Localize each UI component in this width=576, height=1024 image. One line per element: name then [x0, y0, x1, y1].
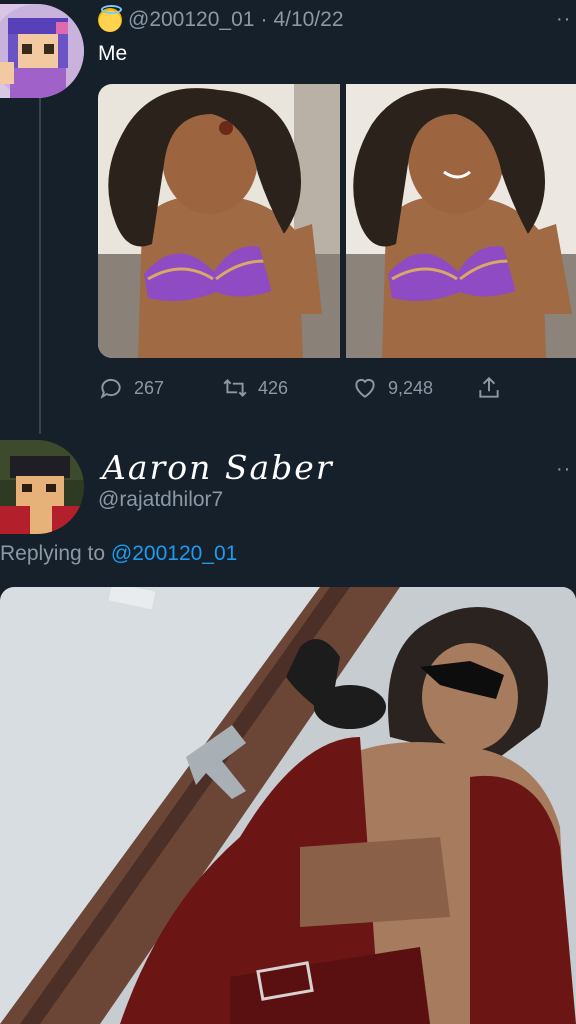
share-action[interactable]: [476, 375, 502, 401]
reply-handle[interactable]: @rajatdhilor7: [98, 488, 223, 512]
reply-count: 267: [134, 377, 165, 398]
smiling-face-with-halo-icon: [98, 5, 122, 32]
heart-icon: [355, 378, 375, 398]
drawn-character-image-right: [346, 84, 576, 358]
replying-to-link[interactable]: @200120_01: [111, 542, 237, 565]
retweet-icon: [223, 379, 247, 397]
drawn-character-photo-composite: [0, 587, 576, 1024]
reply-more-dots-icon[interactable]: ··: [556, 458, 571, 481]
reply-icon: [100, 378, 121, 399]
tweet-meta: @200120_01 · 4/10/22: [98, 5, 344, 34]
reply-avatar[interactable]: [0, 440, 84, 534]
drawn-character-image-left: [98, 84, 340, 358]
reply-action[interactable]: 267: [98, 375, 222, 401]
user-avatar[interactable]: [0, 4, 84, 98]
reply-display-name[interactable]: Aaron Saber: [102, 448, 334, 487]
reply-image[interactable]: [0, 587, 576, 1024]
replying-prefix: Replying to: [0, 542, 106, 565]
minecraft-avatar-icon: [0, 440, 84, 534]
tweet-image-left[interactable]: [98, 84, 340, 358]
tweet-text: Me: [98, 42, 128, 65]
tweet-date[interactable]: 4/10/22: [273, 8, 343, 32]
minecraft-avatar-icon: [0, 4, 84, 98]
tweet-actions: 267 426 9,248: [98, 372, 508, 404]
share-icon: [479, 376, 499, 398]
like-count: 9,248: [388, 377, 434, 398]
tweet-image-right[interactable]: [346, 84, 576, 358]
retweet-action[interactable]: 426: [222, 375, 352, 401]
more-dots-icon[interactable]: ··: [556, 8, 571, 31]
like-action[interactable]: 9,248: [352, 375, 476, 401]
replying-to-line: Replying to @200120_01: [0, 542, 237, 566]
tweet-handle[interactable]: @200120_01: [128, 8, 254, 32]
retweet-count: 426: [258, 377, 289, 398]
meta-separator: ·: [260, 8, 268, 31]
thread-line: [39, 98, 41, 434]
